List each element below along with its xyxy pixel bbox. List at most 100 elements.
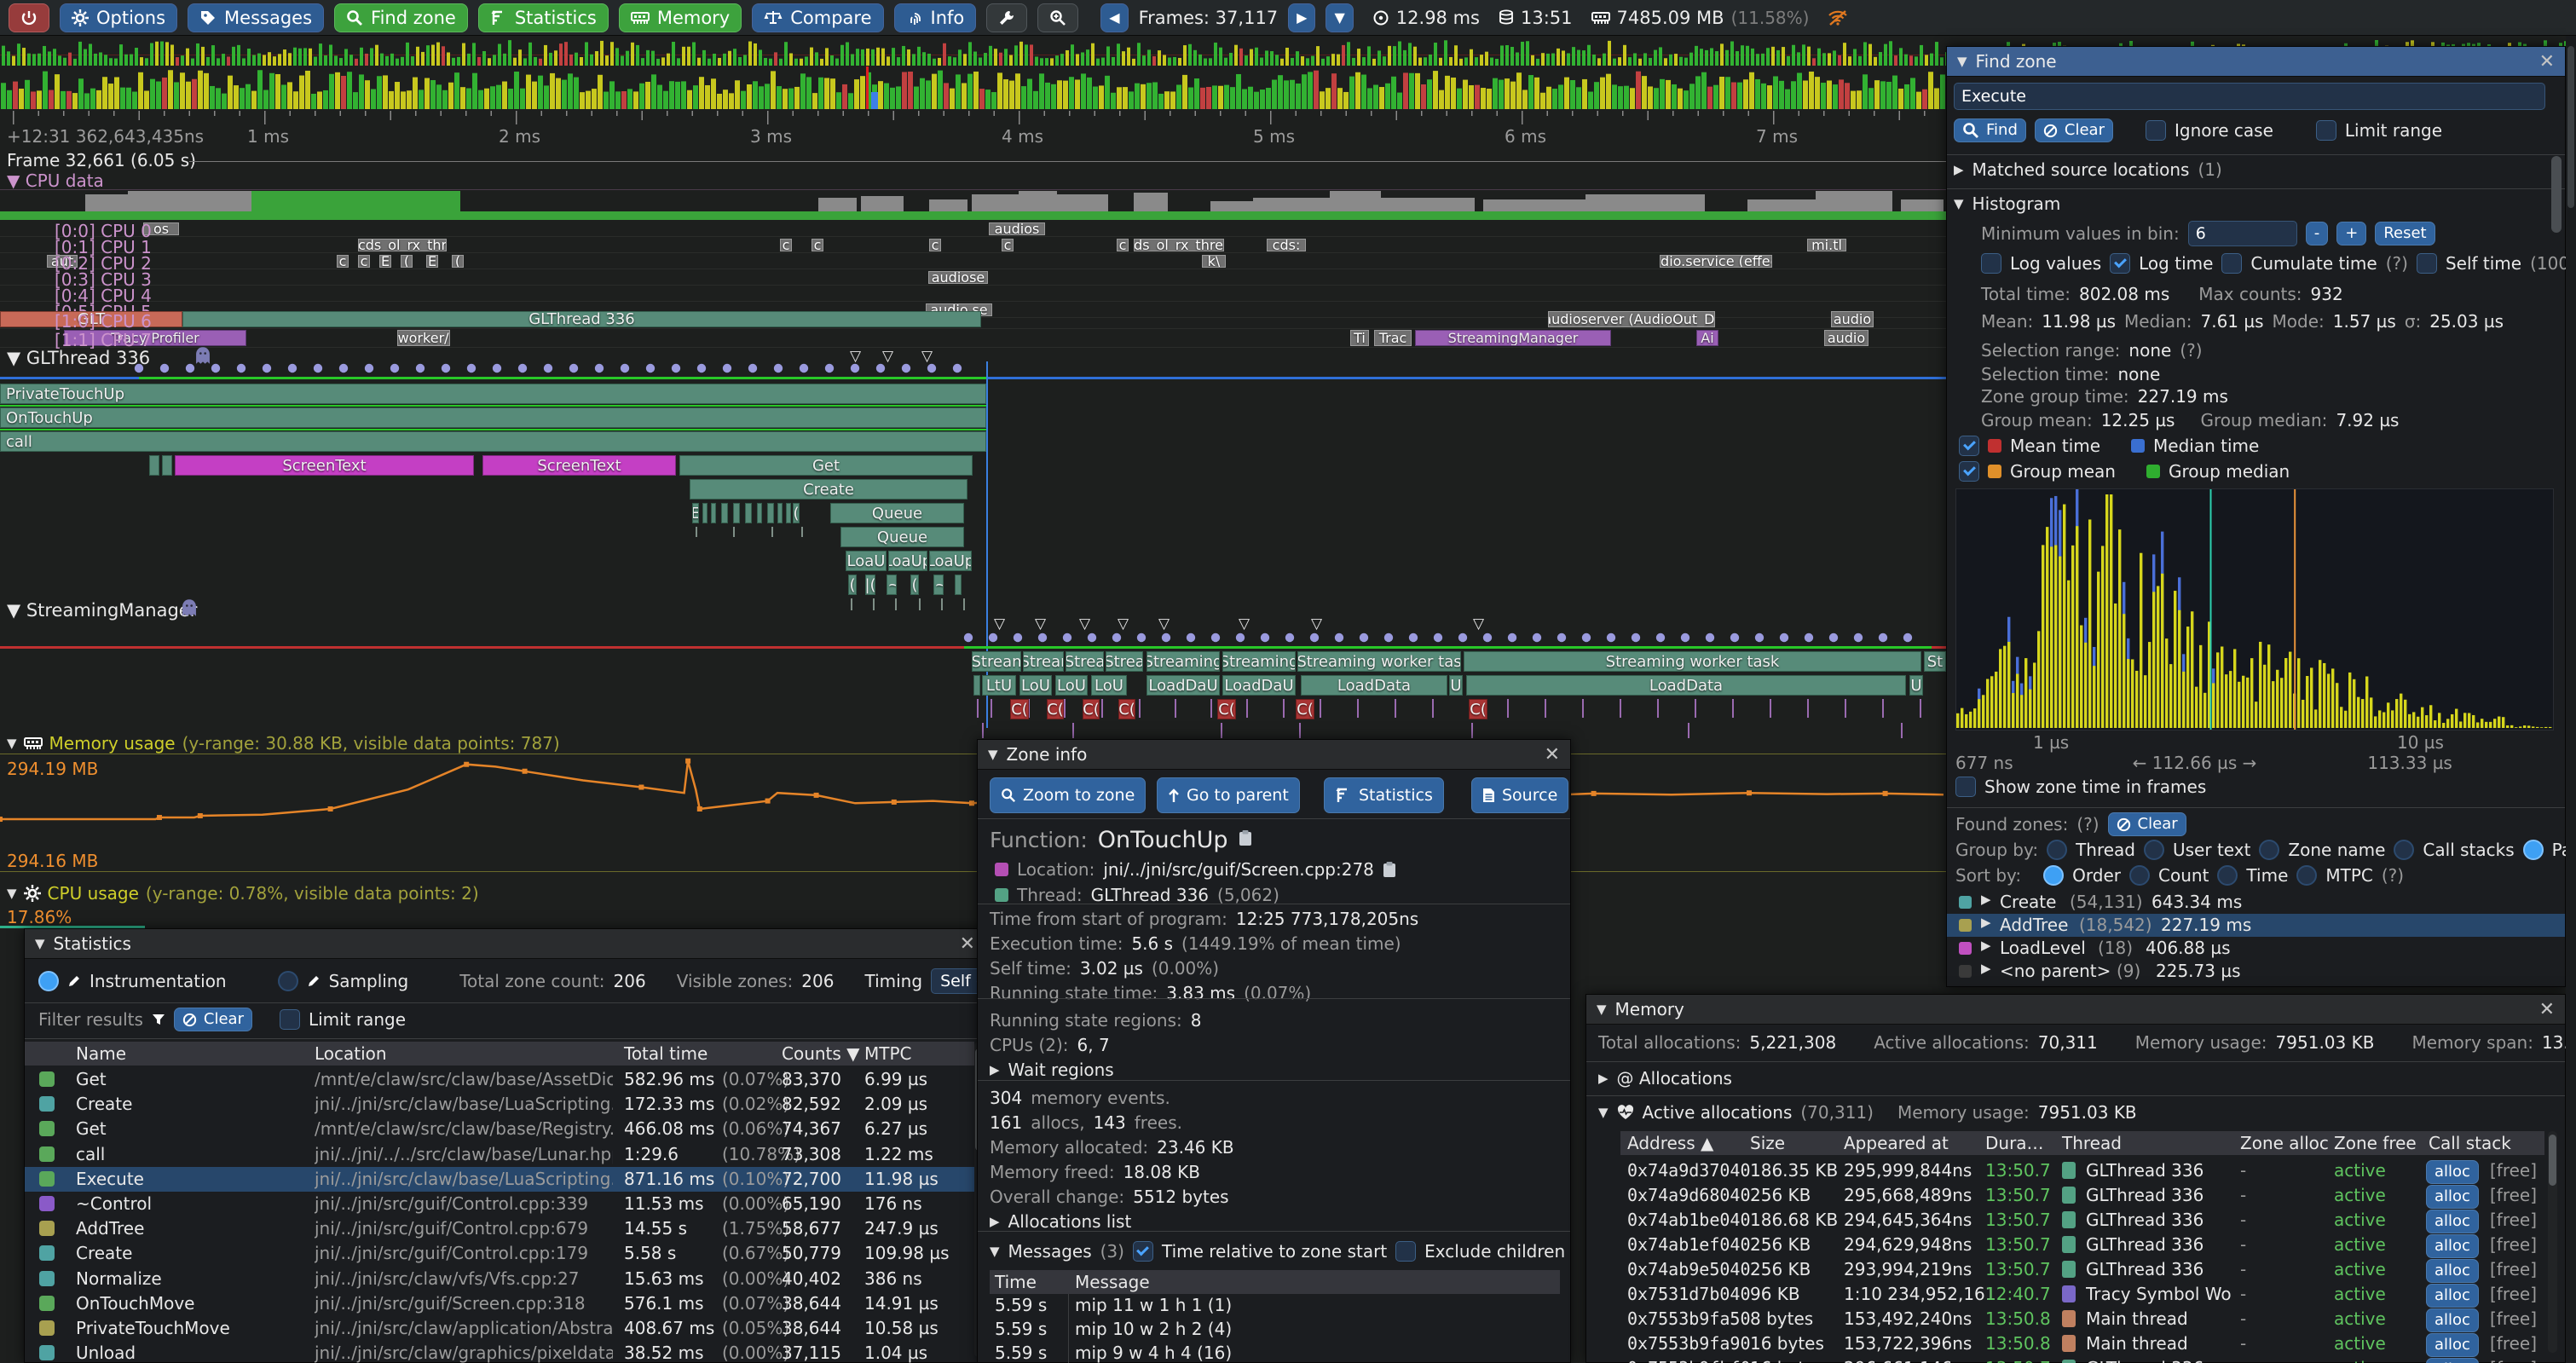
timeline-zone[interactable]: LoaU xyxy=(846,551,887,571)
allocation-row[interactable]: 0x7553b9fa508 bytes153,492,240ns13:50.8M… xyxy=(1620,1307,2544,1331)
cpu-zone[interactable]: audiose xyxy=(928,271,988,284)
go-to-parent-button[interactable]: Go to parent xyxy=(1157,777,1300,813)
timeline-zone[interactable]: Strea xyxy=(1106,651,1143,672)
cpu-zone[interactable]: audio xyxy=(1824,330,1868,346)
column-header[interactable]: Name xyxy=(76,1043,126,1064)
alloc-callstack-button[interactable]: alloc xyxy=(2426,1259,2479,1283)
timeline-zone[interactable]: LoadData xyxy=(1301,675,1447,696)
cpu-zone[interactable]: Ti xyxy=(1350,330,1369,346)
toolbar-button-wrench[interactable] xyxy=(986,3,1027,32)
alloc-callstack-button[interactable]: alloc xyxy=(2426,1333,2479,1357)
scrollbar-thumb[interactable] xyxy=(2551,156,2562,233)
column-header[interactable]: Zone alloc xyxy=(2240,1133,2329,1153)
alloc-callstack-button[interactable]: alloc xyxy=(2426,1308,2479,1332)
toolbar-button-statistics[interactable]: Statistics xyxy=(478,3,609,32)
cpu-zone[interactable]: c xyxy=(811,239,823,251)
timeline-zone[interactable]: |~ xyxy=(887,575,897,595)
message-row[interactable]: 5.59 smip 10 w 2 h 2 (4) xyxy=(990,1318,1560,1342)
table-row[interactable]: OnTouchMovejni/../jni/src/guif/Screen.cp… xyxy=(25,1291,974,1316)
timeline-zone[interactable] xyxy=(786,503,791,523)
timeline-zone[interactable] xyxy=(733,503,740,523)
toolbar-button-compare[interactable]: Compare xyxy=(752,3,883,32)
column-header[interactable]: Location xyxy=(315,1043,387,1064)
allocation-row[interactable]: 0x74a9d68040256 KB295,668,489ns13:50.7GL… xyxy=(1620,1183,2544,1208)
timeline-zone[interactable]: C( xyxy=(1217,699,1236,719)
cpu-zone[interactable]: StreamingManager xyxy=(1415,330,1611,346)
allocation-row[interactable]: 0x7553b9fa9016 bytes153,722,396ns13:50.8… xyxy=(1620,1331,2544,1356)
frame-marker-icon[interactable]: ▽ xyxy=(1473,615,1484,632)
checkbox[interactable] xyxy=(1395,1241,1416,1262)
timeline-zone[interactable] xyxy=(149,455,159,476)
timeline-zone[interactable]: C( xyxy=(1010,699,1029,719)
column-header[interactable]: Dura… xyxy=(1985,1133,2044,1153)
timeline-zone[interactable] xyxy=(757,503,762,523)
timeline-zone[interactable]: ( xyxy=(793,503,800,523)
table-row[interactable]: ~Controljni/../jni/src/guif/Control.cpp:… xyxy=(25,1192,974,1216)
allocation-row[interactable]: 0x7553b9fbf016 bytes296,661,146ns13:50.7… xyxy=(1620,1356,2544,1363)
cpu-usage-header[interactable]: ▼CPU usage(y-range: 0.78%, visible data … xyxy=(7,883,479,904)
expand-icon[interactable]: ▶ xyxy=(1981,892,1991,907)
column-header[interactable]: Size xyxy=(1750,1133,1785,1153)
found-zone-row[interactable]: ▶Create(54,131)643.34 ms xyxy=(1947,891,2565,914)
timeline-zone[interactable] xyxy=(745,503,752,523)
timeline-zone[interactable] xyxy=(767,503,774,523)
timeline-zone[interactable]: C( xyxy=(1047,699,1064,719)
alloc-callstack-button[interactable]: alloc xyxy=(2426,1234,2479,1258)
timeline-zone[interactable]: Streaming xyxy=(1146,651,1220,672)
timeline-zone[interactable]: Strea xyxy=(1066,651,1104,672)
timeline-zone[interactable]: Create xyxy=(690,479,967,500)
timeline-zone[interactable]: LoadDaU xyxy=(1146,675,1220,696)
timeline-zone[interactable]: Get xyxy=(679,455,973,476)
found-zone-row[interactable]: ▶AddTree(18,542)227.19 ms xyxy=(1947,914,2565,937)
prev-frame-button[interactable]: ◀ xyxy=(1100,3,1128,32)
next-frame-button[interactable]: ▶ xyxy=(1288,3,1315,32)
expand-icon[interactable]: ▶ xyxy=(1981,961,1991,976)
timeline-zone[interactable]: |( xyxy=(865,575,875,595)
found-zone-row[interactable]: ▶<no parent>(9)225.73 µs xyxy=(1947,960,2565,983)
timeline-zone[interactable]: St xyxy=(1924,651,1946,672)
cpu-zone[interactable]: c xyxy=(337,255,349,268)
cpu-zone[interactable]: Ai xyxy=(1696,330,1718,346)
cpu-zone[interactable]: cds_ol_rx_threa xyxy=(1134,239,1224,251)
timeline-zone[interactable]: U xyxy=(1909,675,1923,696)
timeline-zone[interactable]: LoadData xyxy=(1466,675,1906,696)
allocation-row[interactable]: 0x74ab9e5040256 KB293,994,219ns13:50.7GL… xyxy=(1620,1257,2544,1282)
cpu-zone[interactable]: GLThread 336 xyxy=(182,311,981,327)
cpu-zone[interactable]: k\ xyxy=(1202,255,1226,268)
cpu-zone[interactable]: ( xyxy=(401,255,413,268)
timeline-zone[interactable]: LoadDaU xyxy=(1222,675,1296,696)
cpu-zone[interactable]: audios xyxy=(989,222,1045,235)
copy-icon[interactable] xyxy=(1239,829,1252,851)
alloc-callstack-button[interactable]: alloc xyxy=(2426,1210,2479,1233)
cpu-data-header[interactable]: ▼ CPU data xyxy=(7,170,104,191)
timeline-zone[interactable]: E xyxy=(692,503,699,523)
timeline-zone[interactable]: Streaming xyxy=(1222,651,1296,672)
source-button[interactable]: Source xyxy=(1471,777,1568,813)
frame-dropdown-button[interactable]: ▼ xyxy=(1326,3,1353,32)
timeline-zone[interactable]: LoU xyxy=(1019,675,1052,696)
cpu-zone[interactable]: c xyxy=(1117,239,1129,251)
column-header[interactable]: Call stack xyxy=(2429,1133,2511,1153)
timeline-zone[interactable] xyxy=(162,455,172,476)
table-row[interactable]: Get/mnt/e/claw/src/claw/base/Registry.hp… xyxy=(25,1117,974,1141)
timeline-zone[interactable] xyxy=(711,503,716,523)
table-row[interactable]: calljni/../jni/../../src/claw/base/Lunar… xyxy=(25,1142,974,1167)
checkbox[interactable] xyxy=(1133,1241,1153,1262)
alloc-callstack-button[interactable]: alloc xyxy=(2426,1358,2479,1363)
table-row[interactable]: Normalizejni/../jni/src/claw/vfs/Vfs.cpp… xyxy=(25,1267,974,1291)
timeline-zone[interactable]: LoaUp xyxy=(929,551,972,571)
found-zone-row[interactable]: ▶LoadLevel(18)406.88 µs xyxy=(1947,937,2565,960)
timeline-zone[interactable]: C( xyxy=(1469,699,1487,719)
table-row[interactable]: PrivateTouchMovejni/../jni/src/claw/appl… xyxy=(25,1316,974,1341)
column-header[interactable]: Appeared at xyxy=(1844,1133,1949,1153)
cpu-zone[interactable]: E xyxy=(379,255,391,268)
allocation-row[interactable]: 0x74a9d37040186.35 KB295,999,844ns13:50.… xyxy=(1620,1158,2544,1183)
cpu-zone[interactable]: audio.service (effect) xyxy=(1660,255,1772,268)
timeline-zone[interactable]: LoaUp xyxy=(888,551,927,571)
message-row[interactable]: 5.59 smip 9 w 4 h 4 (16) xyxy=(990,1342,1560,1363)
allocation-row[interactable]: 0x7531d7b04096 KB1:10 234,952,16112:40.7… xyxy=(1620,1282,2544,1307)
allocation-row[interactable]: 0x74ab1ef040256 KB294,629,948ns13:50.7GL… xyxy=(1620,1233,2544,1257)
toolbar-button-options[interactable]: Options xyxy=(60,3,177,32)
frame-marker-icon[interactable]: ▽ xyxy=(1158,615,1170,632)
table-row[interactable]: Createjni/../jni/src/guif/Control.cpp:17… xyxy=(25,1241,974,1266)
